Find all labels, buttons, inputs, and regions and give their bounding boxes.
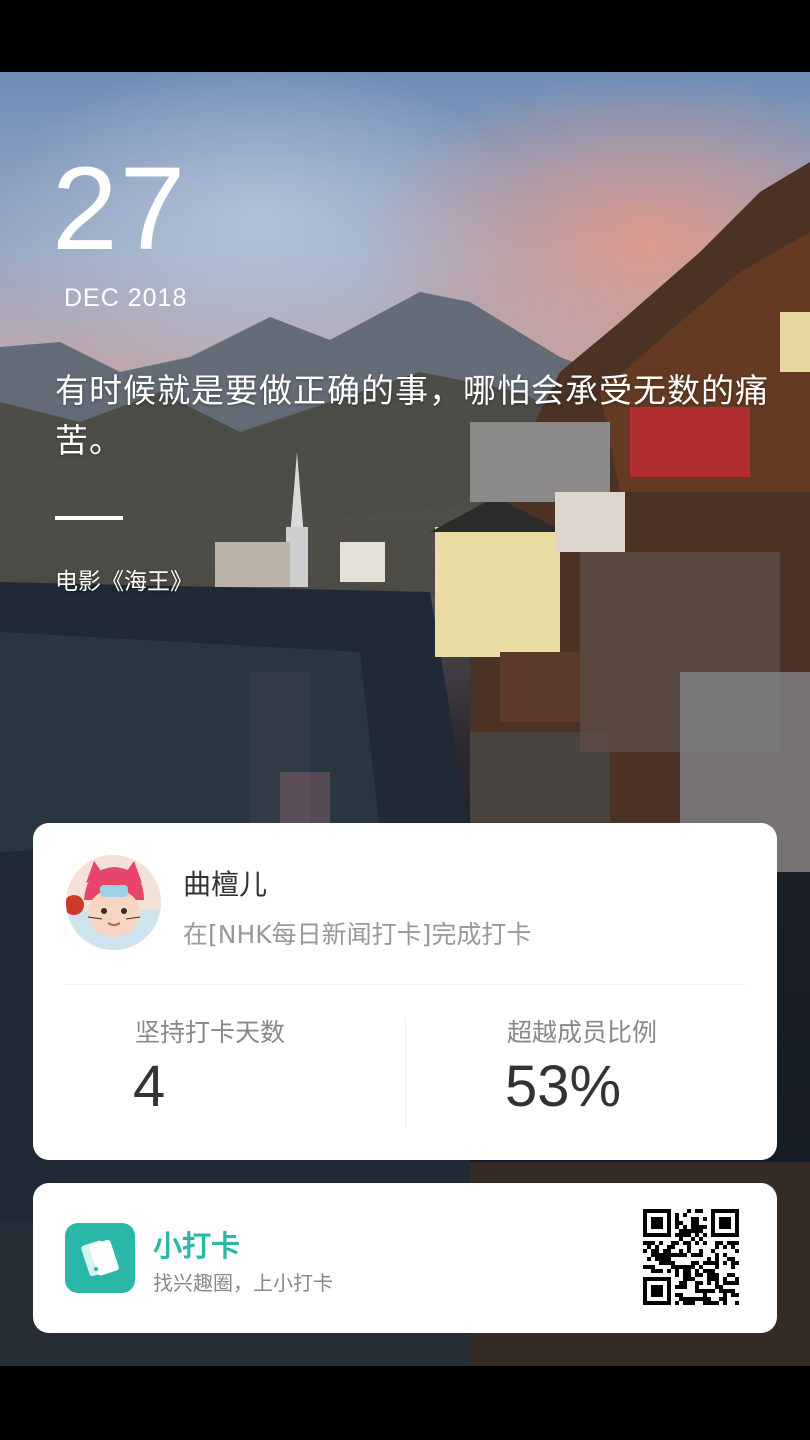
app-logo-icon (65, 1223, 135, 1293)
surpass-percent-value: 53% (505, 1054, 622, 1119)
date-month-year: DEC 2018 (64, 284, 188, 312)
share-poster: 27 DEC 2018 有时候就是要做正确的事，哪怕会承受无数的痛苦。 电影《海… (0, 0, 810, 1440)
quote-divider (55, 516, 123, 520)
user-name[interactable]: 曲檀儿 (183, 863, 267, 903)
checkin-card: 曲檀儿 在[NHK每日新闻打卡]完成打卡 坚持打卡天数 4 超越成员比例 53% (33, 823, 777, 1160)
checkin-days-value: 4 (133, 1054, 166, 1119)
quote-source: 电影《海王》 (55, 569, 193, 595)
avatar[interactable] (66, 855, 161, 950)
avatar-image (66, 855, 161, 950)
quote-text: 有时候就是要做正确的事，哪怕会承受无数的痛苦。 (55, 371, 769, 460)
surpass-percent-label: 超越成员比例 (507, 1018, 658, 1047)
qr-code-icon[interactable] (643, 1209, 739, 1305)
checkin-days-label: 坚持打卡天数 (135, 1018, 286, 1047)
brand-card: 小打卡 找兴趣圈，上小打卡 (33, 1183, 777, 1333)
app-name: 小打卡 (153, 1229, 241, 1263)
checkin-status: 在[NHK每日新闻打卡]完成打卡 (183, 920, 532, 949)
date-day: 27 (52, 143, 188, 275)
app-slogan: 找兴趣圈，上小打卡 (153, 1271, 333, 1295)
stat-divider (405, 1018, 406, 1128)
card-divider (65, 984, 745, 985)
